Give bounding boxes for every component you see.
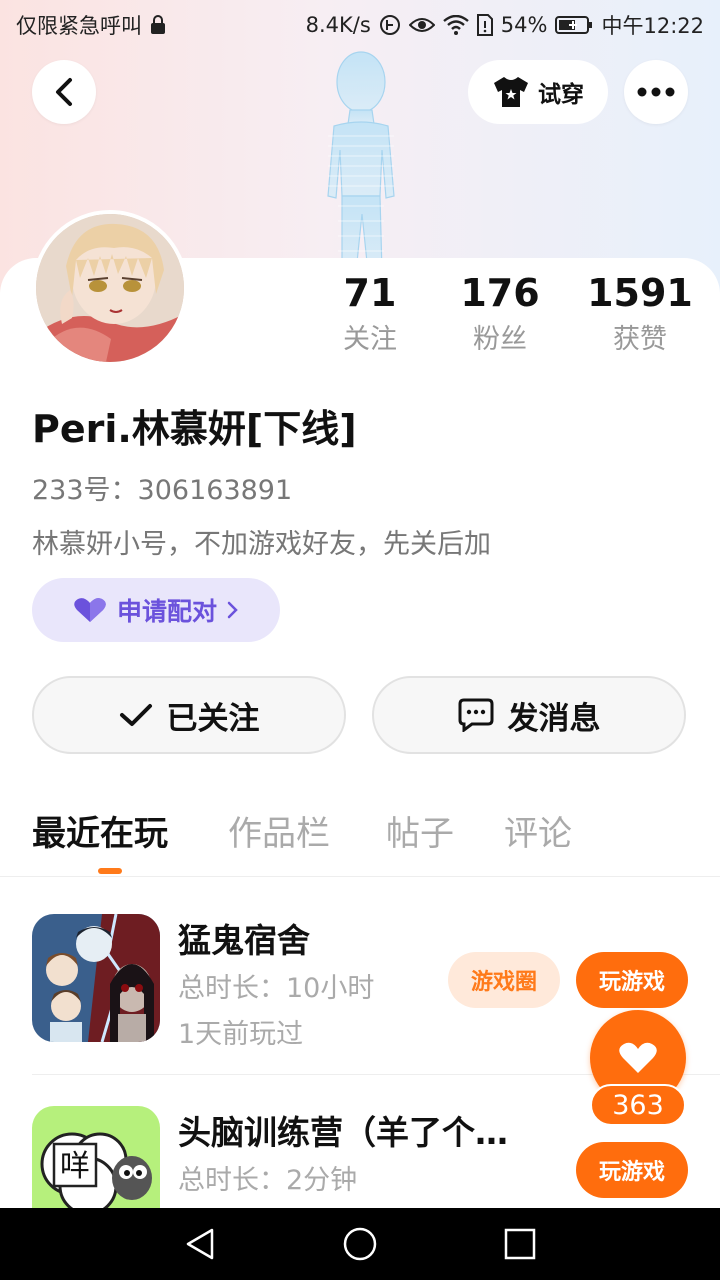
chat-bubble-icon bbox=[458, 698, 493, 732]
battery-icon bbox=[555, 15, 593, 35]
game-last-played: 1天前玩过 bbox=[178, 1019, 304, 1050]
game-icon-sheep: 咩 bbox=[32, 1106, 160, 1208]
play-game-button[interactable]: 玩游戏 bbox=[576, 952, 688, 1008]
play-game-button[interactable]: 玩游戏 bbox=[576, 1142, 688, 1198]
system-nav-bar bbox=[0, 1208, 720, 1280]
send-message-label: 发消息 bbox=[507, 700, 601, 737]
game-list-item[interactable]: 猛鬼宿舍 总时长：10小时 1天前玩过 游戏圈 玩游戏 bbox=[32, 914, 688, 1054]
avatar-illustration bbox=[36, 214, 184, 362]
bio: 林慕妍小号，不加游戏好友，先关后加 bbox=[32, 529, 491, 560]
active-tab-indicator bbox=[98, 868, 122, 874]
sheep-icon-glyph: 咩 bbox=[60, 1149, 90, 1184]
nav-home-icon[interactable] bbox=[342, 1226, 378, 1262]
nav-back-icon[interactable] bbox=[182, 1226, 218, 1262]
eye-icon bbox=[408, 16, 435, 34]
tab-recently-played[interactable]: 最近在玩 bbox=[32, 806, 168, 855]
followed-button[interactable]: 已关注 bbox=[32, 676, 346, 754]
send-message-button[interactable]: 发消息 bbox=[372, 676, 686, 754]
like-count: 363 bbox=[590, 1084, 686, 1126]
likes-count: 1591 bbox=[587, 271, 693, 315]
profile-page: 仅限紧急呼叫 8.4K/s 54% 中午12:22 试穿 71 关注 176 粉… bbox=[0, 0, 720, 1280]
user-id[interactable]: 233号：306163891 bbox=[32, 468, 292, 507]
game-title: 猛鬼宿舍 bbox=[178, 921, 310, 960]
apply-pair-label: 申请配对 bbox=[116, 597, 217, 626]
chevron-left-icon bbox=[56, 78, 72, 106]
game-circle-button[interactable]: 游戏圈 bbox=[448, 952, 560, 1008]
emergency-call-text: 仅限紧急呼叫 bbox=[16, 14, 142, 38]
game-play-duration: 总时长：2分钟 bbox=[178, 1165, 358, 1196]
try-on-label: 试穿 bbox=[538, 82, 584, 108]
likes-label: 获赞 bbox=[613, 324, 667, 355]
game-icon-ghost-dorm bbox=[32, 914, 160, 1042]
back-button[interactable] bbox=[32, 60, 96, 124]
following-label: 关注 bbox=[343, 324, 397, 355]
network-speed: 8.4K/s bbox=[305, 13, 371, 37]
heart-icon bbox=[619, 1042, 657, 1073]
avatar[interactable] bbox=[32, 210, 188, 366]
heart-icon bbox=[74, 598, 106, 622]
followers-count: 176 bbox=[460, 271, 540, 315]
following-count: 71 bbox=[343, 271, 397, 315]
chevron-right-icon bbox=[227, 601, 238, 619]
tab-posts[interactable]: 帖子 bbox=[386, 806, 454, 855]
nickname: Peri.林慕妍[下线] bbox=[32, 407, 357, 451]
try-on-button[interactable]: 试穿 bbox=[468, 60, 608, 124]
data-saver-icon bbox=[379, 14, 401, 36]
stat-likes[interactable]: 1591 获赞 bbox=[570, 268, 710, 362]
nav-recents-icon[interactable] bbox=[502, 1226, 538, 1262]
stat-followers[interactable]: 176 粉丝 bbox=[430, 268, 570, 362]
apply-pair-button[interactable]: 申请配对 bbox=[32, 578, 280, 642]
status-bar: 仅限紧急呼叫 8.4K/s 54% 中午12:22 bbox=[0, 0, 720, 50]
tabs-divider bbox=[0, 876, 720, 877]
tshirt-icon bbox=[494, 77, 528, 107]
avatar-hologram bbox=[327, 51, 395, 273]
checkmark-icon bbox=[119, 704, 152, 726]
tab-works[interactable]: 作品栏 bbox=[228, 806, 330, 855]
wifi-icon bbox=[443, 15, 469, 35]
tab-comments[interactable]: 评论 bbox=[504, 806, 572, 855]
followed-label: 已关注 bbox=[166, 700, 260, 737]
user-id-value: 306163891 bbox=[137, 475, 293, 506]
game-play-duration: 总时长：10小时 bbox=[178, 973, 375, 1004]
more-dots-icon bbox=[637, 87, 675, 97]
clock: 中午12:22 bbox=[601, 14, 704, 38]
followers-label: 粉丝 bbox=[473, 324, 527, 355]
lock-icon bbox=[150, 15, 166, 35]
game-title: 头脑训练营（羊了个… bbox=[178, 1113, 508, 1152]
user-id-label: 233号： bbox=[32, 475, 138, 506]
sim-alert-icon bbox=[476, 14, 493, 36]
profile-stats: 71 关注 176 粉丝 1591 获赞 bbox=[300, 268, 700, 368]
battery-percent: 54% bbox=[500, 13, 548, 37]
stat-following[interactable]: 71 关注 bbox=[300, 268, 440, 362]
more-button[interactable] bbox=[624, 60, 688, 124]
